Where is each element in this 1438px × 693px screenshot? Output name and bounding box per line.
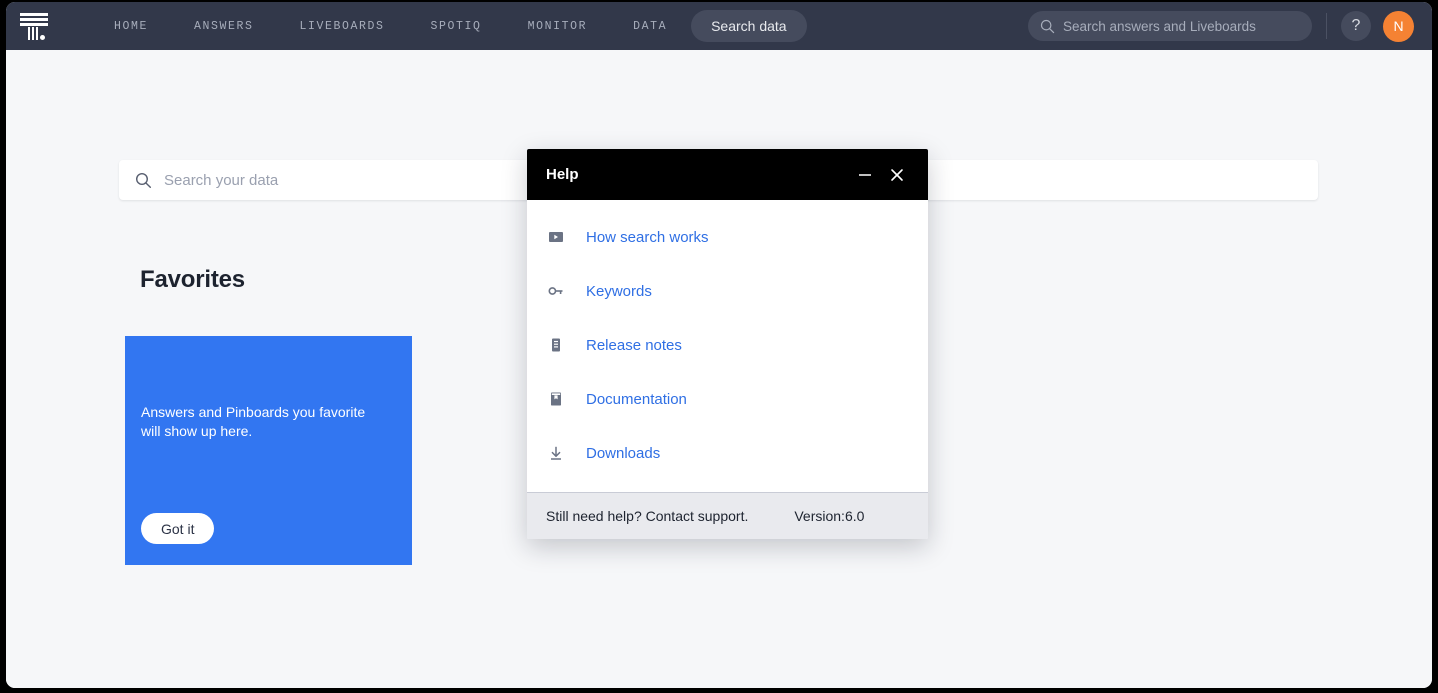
- help-item-label: Documentation: [586, 390, 687, 408]
- nav-item-answers[interactable]: ANSWERS: [194, 20, 254, 33]
- help-item-label: Keywords: [586, 282, 652, 300]
- thoughtspot-logo[interactable]: [6, 2, 62, 50]
- nav-divider: [1326, 13, 1327, 39]
- help-item-keywords[interactable]: Keywords: [527, 276, 928, 306]
- search-icon: [1040, 19, 1055, 34]
- help-item-label: Downloads: [586, 444, 661, 462]
- close-icon[interactable]: [884, 162, 910, 188]
- help-button[interactable]: ?: [1341, 11, 1371, 41]
- page-body: Search your data Favorites Answers and P…: [6, 50, 1432, 688]
- help-dialog-title: Help: [546, 166, 579, 183]
- minimize-icon[interactable]: [852, 162, 878, 188]
- nav-links: HOME ANSWERS LIVEBOARDS SPOTIQ MONITOR D…: [114, 20, 667, 33]
- nav-item-spotiq[interactable]: SPOTIQ: [431, 20, 482, 33]
- help-item-release-notes[interactable]: Release notes: [527, 330, 928, 360]
- global-search-placeholder: Search answers and Liveboards: [1063, 18, 1256, 34]
- favorites-empty-card: Answers and Pinboards you favorite will …: [125, 336, 412, 565]
- search-icon: [135, 172, 152, 189]
- help-item-downloads[interactable]: Downloads: [527, 438, 928, 468]
- top-navigation-bar: HOME ANSWERS LIVEBOARDS SPOTIQ MONITOR D…: [6, 2, 1432, 50]
- help-item-how-search-works[interactable]: How search works: [527, 222, 928, 252]
- video-icon: [548, 229, 578, 245]
- key-icon: [548, 283, 578, 299]
- search-placeholder: Search your data: [164, 171, 279, 189]
- help-dialog-body: How search works Keywords Release notes …: [527, 200, 928, 492]
- nav-item-data[interactable]: DATA: [633, 20, 667, 33]
- help-dialog-footer: Still need help? Contact support. Versio…: [527, 492, 928, 539]
- avatar[interactable]: N: [1383, 10, 1414, 42]
- help-item-label: How search works: [586, 228, 709, 246]
- nav-item-home[interactable]: HOME: [114, 20, 148, 33]
- help-dialog: Help How search works Keywords Release n…: [527, 149, 928, 539]
- nav-right-group: Search answers and Liveboards ? N: [1028, 2, 1414, 50]
- app-window: HOME ANSWERS LIVEBOARDS SPOTIQ MONITOR D…: [6, 2, 1432, 688]
- nav-item-liveboards[interactable]: LIVEBOARDS: [300, 20, 385, 33]
- help-item-label: Release notes: [586, 336, 682, 354]
- nav-item-monitor[interactable]: MONITOR: [528, 20, 588, 33]
- contact-support-text[interactable]: Still need help? Contact support.: [546, 508, 748, 524]
- search-data-button[interactable]: Search data: [691, 10, 807, 42]
- global-search-input[interactable]: Search answers and Liveboards: [1028, 11, 1312, 41]
- help-dialog-header: Help: [527, 149, 928, 200]
- got-it-button[interactable]: Got it: [141, 513, 215, 544]
- notes-icon: [548, 337, 578, 353]
- download-icon: [548, 445, 578, 461]
- page-title: Favorites: [140, 266, 245, 293]
- book-icon: [548, 391, 578, 407]
- version-text: Version:6.0: [794, 508, 865, 524]
- favorites-card-message: Answers and Pinboards you favorite will …: [141, 404, 366, 439]
- help-item-documentation[interactable]: Documentation: [527, 384, 928, 414]
